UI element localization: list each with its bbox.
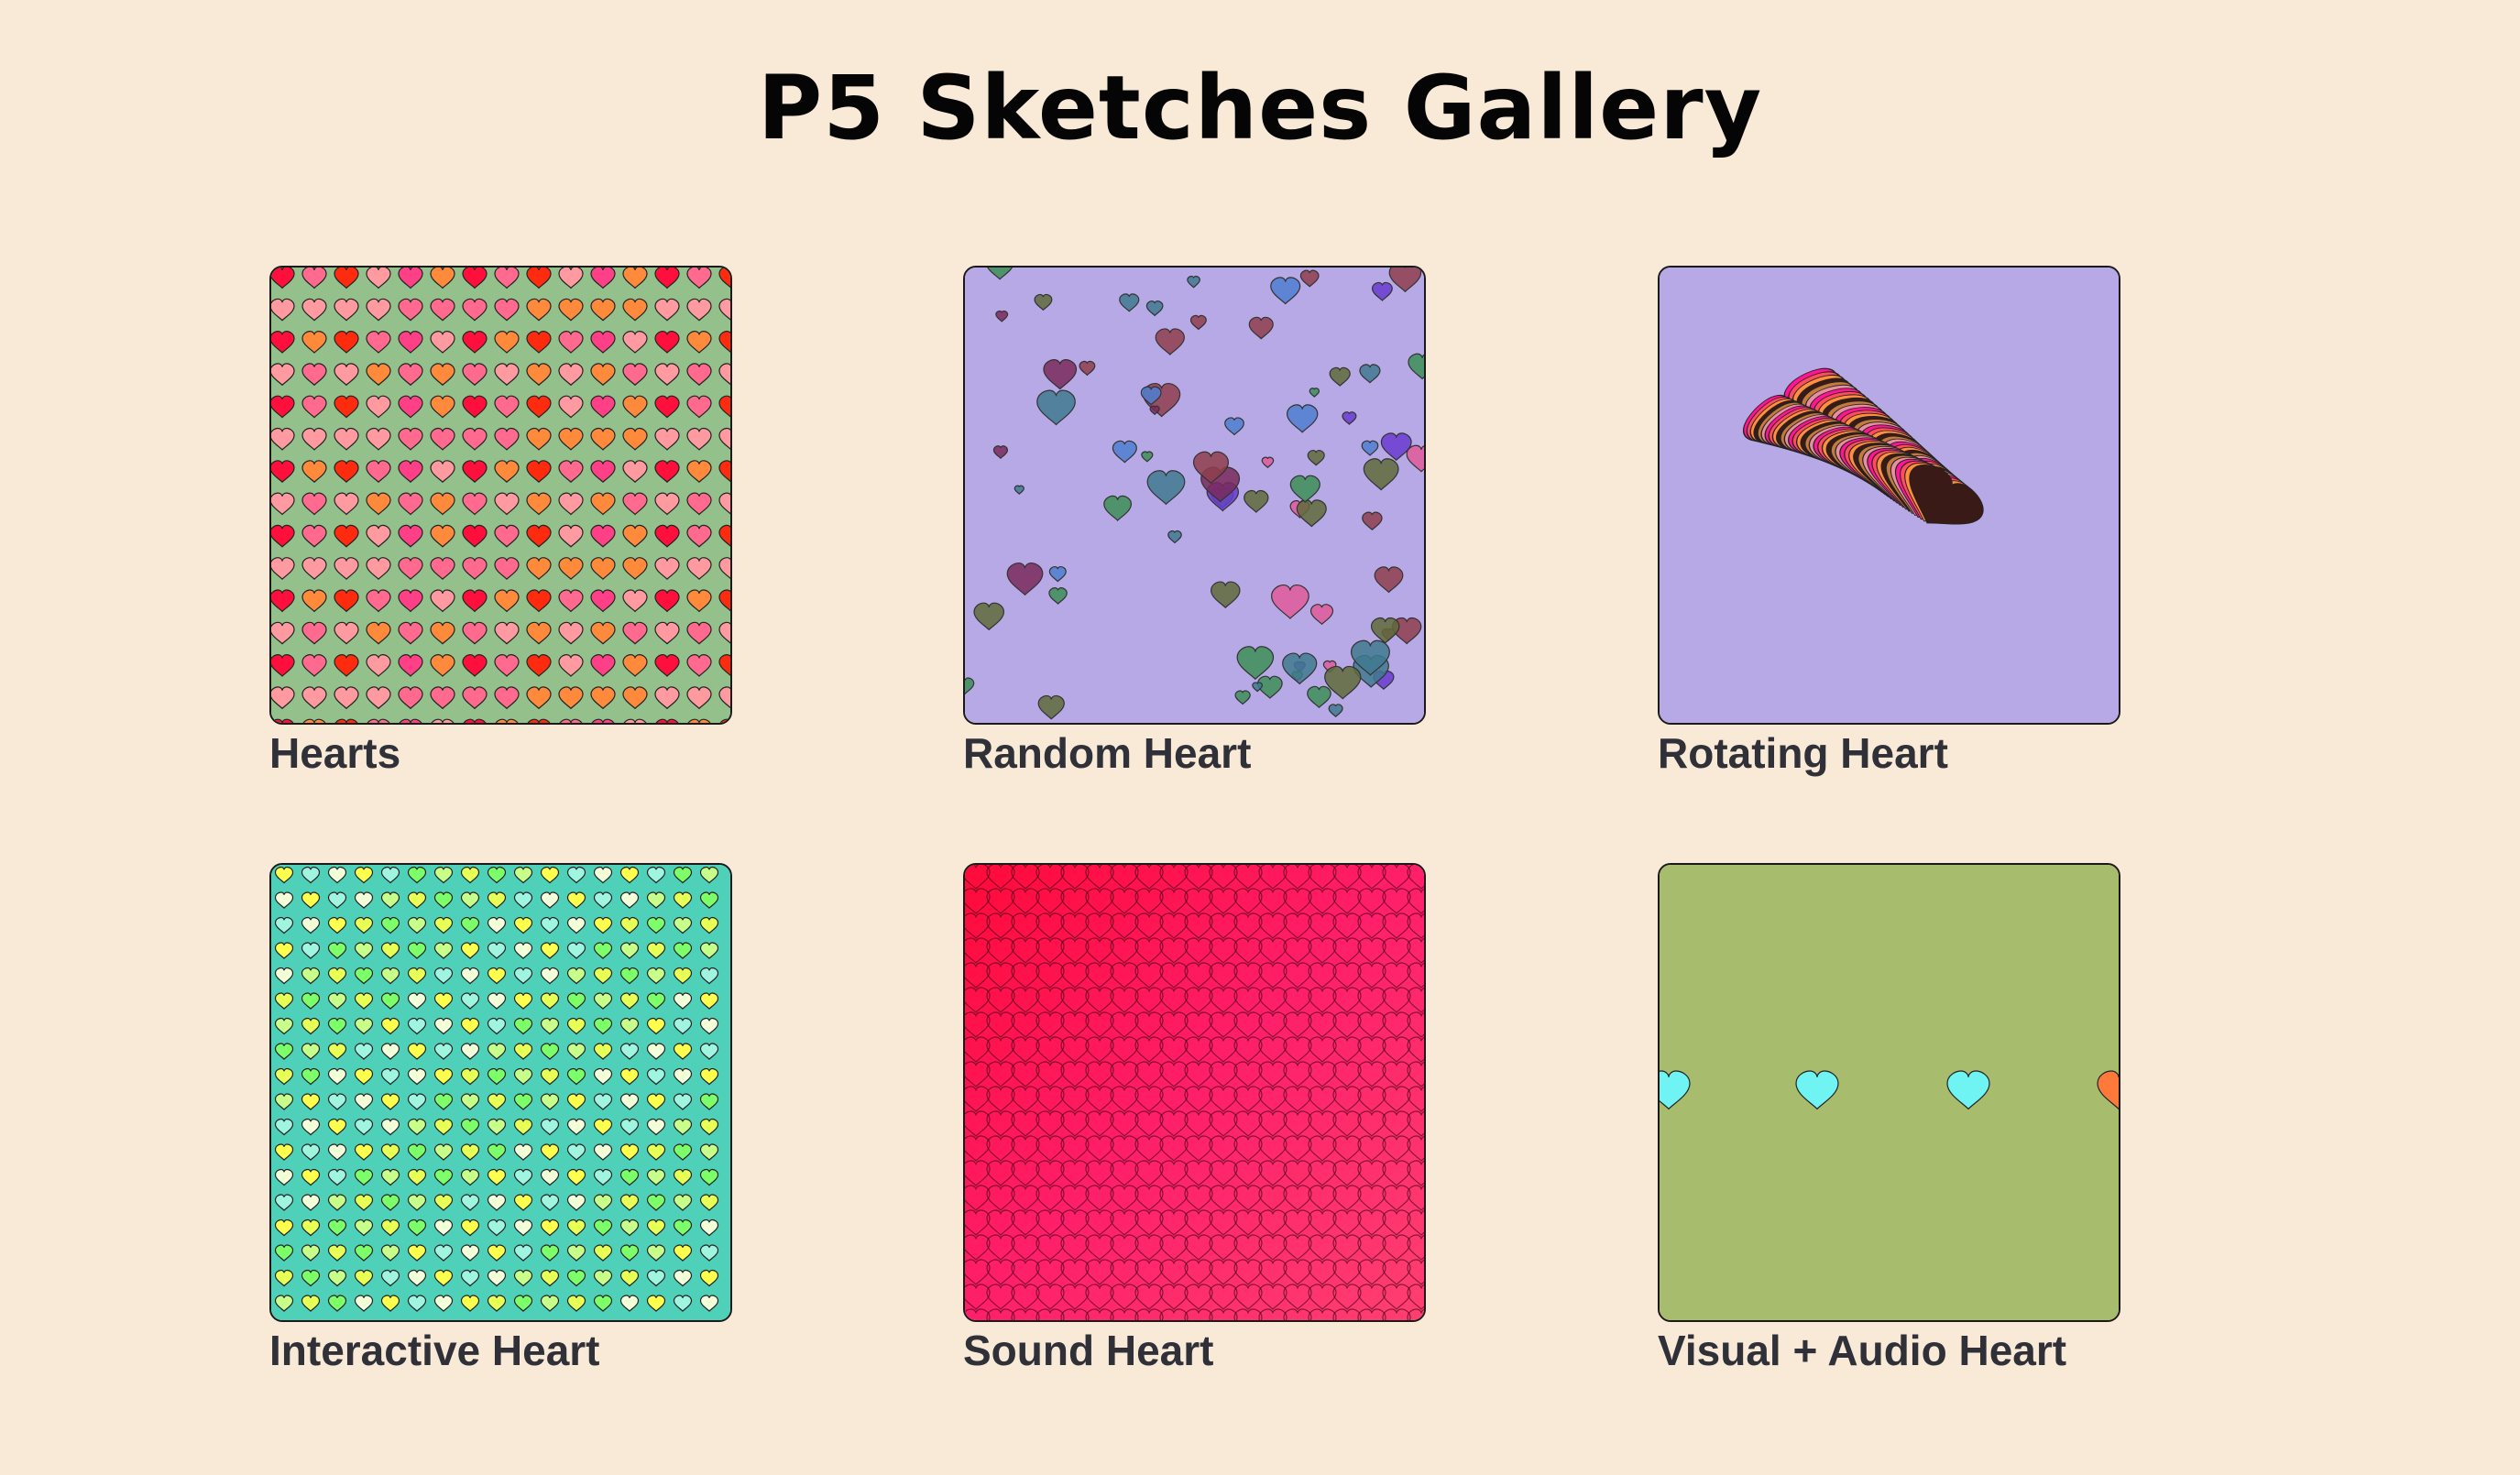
sketch-card-visual-audio-heart[interactable]: Visual + Audio Heart [1658,863,2120,1375]
sketch-title[interactable]: Sound Heart [963,1326,1426,1375]
sketch-title[interactable]: Rotating Heart [1658,728,2120,778]
sketch-thumbnail-random-heart[interactable] [963,266,1426,725]
sketch-card-sound-heart[interactable]: Sound Heart [963,863,1426,1375]
sketch-thumbnail-rotating-heart[interactable] [1658,266,2120,725]
sketch-thumbnail-sound-heart[interactable] [963,863,1426,1322]
sketch-title[interactable]: Interactive Heart [269,1326,732,1375]
sketch-thumbnail-visual-audio-heart[interactable] [1658,863,2120,1322]
sketch-title[interactable]: Visual + Audio Heart [1658,1326,2120,1375]
canvas-background [1660,865,2119,1320]
sketch-card-rotating-heart[interactable]: Rotating Heart [1658,266,2120,778]
sketch-card-interactive-heart[interactable]: Interactive Heart [269,863,732,1375]
sketch-thumbnail-hearts[interactable] [269,266,732,725]
sketch-title[interactable]: Hearts [269,728,732,778]
sketch-title[interactable]: Random Heart [963,728,1426,778]
sketch-card-hearts[interactable]: Hearts [269,266,732,778]
page-title: P5 Sketches Gallery [757,57,1763,159]
sketch-thumbnail-interactive-heart[interactable] [269,863,732,1322]
sketch-card-random-heart[interactable]: Random Heart [963,266,1426,778]
